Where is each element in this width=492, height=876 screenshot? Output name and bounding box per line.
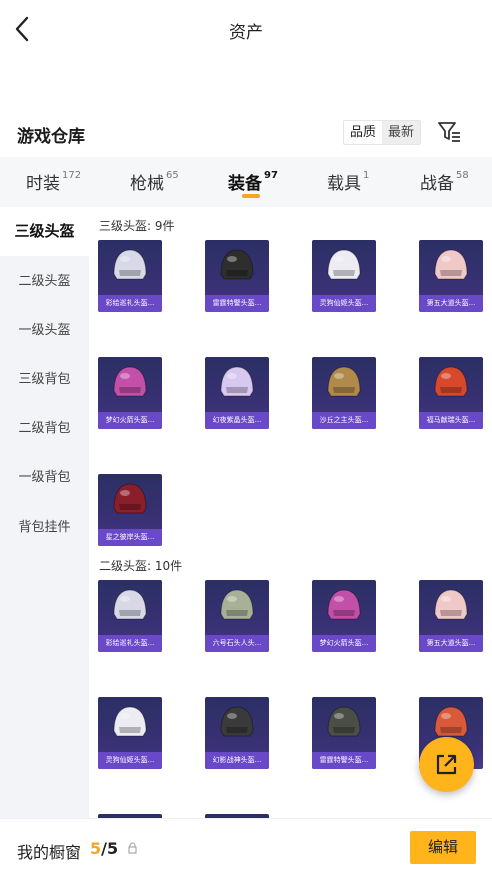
sort-toggle: 品质 最新 bbox=[343, 120, 422, 145]
tab-combat-supplies[interactable]: 战备 58 bbox=[420, 169, 469, 194]
item-card-name: 雷霆特警头盔... bbox=[205, 295, 269, 312]
helmet-image bbox=[327, 589, 361, 620]
top-bar: 资产 bbox=[0, 0, 492, 60]
item-card-name: 彩绘巡礼头盔... bbox=[98, 635, 162, 652]
active-tab-indicator bbox=[242, 194, 260, 198]
tab-weapons[interactable]: 枪械 65 bbox=[130, 169, 179, 194]
item-card[interactable]: 沙丘之主头盔... bbox=[312, 357, 376, 429]
tab-count: 1 bbox=[363, 170, 370, 182]
item-card-name: 梦幻火箭头盔... bbox=[312, 635, 376, 652]
tab-fashion[interactable]: 时装 172 bbox=[26, 169, 81, 194]
item-card[interactable]: 梦幻火箭头盔... bbox=[98, 357, 162, 429]
helmet-image bbox=[220, 589, 254, 620]
item-card[interactable]: 第五大道头盔... bbox=[419, 240, 483, 312]
helmet-image bbox=[220, 366, 254, 397]
tab-equipment[interactable]: 装备 97 bbox=[228, 169, 278, 194]
item-card-name: 彩绘巡礼头盔... bbox=[98, 295, 162, 312]
tab-count: 58 bbox=[456, 170, 469, 182]
tab-label: 枪械 bbox=[130, 174, 164, 194]
tab-label: 战备 bbox=[420, 174, 454, 194]
helmet-image bbox=[434, 589, 468, 620]
sidebar-item-level1-backpack[interactable]: 一级背包 bbox=[0, 453, 89, 502]
showcase-label: 我的橱窗 bbox=[17, 843, 82, 862]
helmet-image bbox=[434, 249, 468, 280]
item-card-name: 幻影战神头盔... bbox=[205, 752, 269, 769]
bottom-bar: 我的橱窗 5/5 编辑 bbox=[0, 818, 492, 876]
helmet-image bbox=[220, 249, 254, 280]
sort-option-newest[interactable]: 最新 bbox=[382, 121, 421, 144]
section-title: 三级头盔: 9件 bbox=[99, 219, 175, 233]
lock-icon bbox=[128, 842, 137, 854]
tab-count: 97 bbox=[264, 170, 278, 182]
helmet-image bbox=[327, 706, 361, 737]
item-card[interactable]: 雷霆特警头盔... bbox=[312, 697, 376, 769]
item-card[interactable]: 幻夜紫晶头盔... bbox=[205, 357, 269, 429]
helmet-image bbox=[327, 366, 361, 397]
helmet-image bbox=[434, 366, 468, 397]
item-card-name: 梦幻火箭头盔... bbox=[98, 412, 162, 429]
item-card-name: 第五大道头盔... bbox=[419, 635, 483, 652]
tab-vehicles[interactable]: 载具 1 bbox=[327, 169, 369, 194]
item-card[interactable]: 彩绘巡礼头盔... bbox=[98, 580, 162, 652]
helmet-image bbox=[113, 249, 147, 280]
tab-label: 时装 bbox=[26, 174, 60, 194]
sidebar-item-level2-helmet[interactable]: 二级头盔 bbox=[0, 257, 89, 306]
item-card[interactable]: 第五大道头盔... bbox=[419, 580, 483, 652]
helmet-image bbox=[113, 366, 147, 397]
item-card[interactable]: 灵狗仙姬头盔... bbox=[312, 240, 376, 312]
item-card[interactable]: 雷霆特警头盔... bbox=[205, 240, 269, 312]
item-card-name: 福马献瑞头盔... bbox=[419, 412, 483, 429]
item-card[interactable]: 幻影战神头盔... bbox=[205, 697, 269, 769]
helmet-image bbox=[327, 249, 361, 280]
item-card-name: 幻夜紫晶头盔... bbox=[205, 412, 269, 429]
item-card-name: 星之彼岸头盔... bbox=[98, 529, 162, 546]
sidebar-item-level3-helmet[interactable]: 三级头盔 bbox=[0, 207, 89, 256]
sidebar-item-level1-helmet[interactable]: 一级头盔 bbox=[0, 306, 89, 355]
helmet-image bbox=[113, 706, 147, 737]
item-card-name: 雷霆特警头盔... bbox=[312, 752, 376, 769]
tab-count: 172 bbox=[62, 170, 82, 182]
sidebar-item-backpack-pendant[interactable]: 背包挂件 bbox=[0, 503, 89, 552]
showcase-count: 5/5 bbox=[90, 839, 118, 858]
item-card-name: 第五大道头盔... bbox=[419, 295, 483, 312]
item-card[interactable]: 星之彼岸头盔... bbox=[98, 474, 162, 546]
item-card-name: 灵狗仙姬头盔... bbox=[98, 752, 162, 769]
share-icon bbox=[436, 754, 457, 775]
showcase-count-current: 5 bbox=[90, 839, 102, 858]
filter-icon bbox=[438, 122, 460, 142]
tab-label: 装备 bbox=[228, 174, 262, 194]
edit-button[interactable]: 编辑 bbox=[410, 831, 476, 864]
filter-button[interactable] bbox=[436, 120, 462, 144]
warehouse-title: 游戏仓库 bbox=[17, 127, 85, 147]
item-card[interactable]: 福马献瑞头盔... bbox=[419, 357, 483, 429]
sidebar-item-level2-backpack[interactable]: 二级背包 bbox=[0, 404, 89, 453]
helmet-image bbox=[220, 706, 254, 737]
sort-option-quality[interactable]: 品质 bbox=[344, 121, 383, 144]
item-card-name: 六号石头人头... bbox=[205, 635, 269, 652]
sidebar: 三级头盔 二级头盔 一级头盔 三级背包 二级背包 一级背包 背包挂件 bbox=[0, 207, 89, 818]
category-tabs: 时装 172 枪械 65 装备 97 载具 1 战备 58 bbox=[0, 157, 492, 207]
section-title: 二级头盔: 10件 bbox=[99, 559, 183, 573]
item-card[interactable]: 六号石头人头... bbox=[205, 580, 269, 652]
share-button[interactable] bbox=[419, 737, 474, 792]
item-card[interactable]: 梦幻火箭头盔... bbox=[312, 580, 376, 652]
helmet-image bbox=[113, 483, 147, 514]
tab-count: 65 bbox=[166, 170, 179, 182]
item-card[interactable]: 灵狗仙姬头盔... bbox=[98, 697, 162, 769]
page-title: 资产 bbox=[229, 23, 263, 43]
tab-label: 载具 bbox=[327, 174, 361, 194]
item-card[interactable]: 彩绘巡礼头盔... bbox=[98, 240, 162, 312]
showcase-count-total: 5 bbox=[106, 839, 119, 858]
helmet-image bbox=[113, 589, 147, 620]
item-card-name: 灵狗仙姬头盔... bbox=[312, 295, 376, 312]
item-card-name: 沙丘之主头盔... bbox=[312, 412, 376, 429]
sidebar-item-level3-backpack[interactable]: 三级背包 bbox=[0, 355, 89, 404]
item-grid: 三级头盔: 9件 彩绘巡礼头盔... 雷霆特警头盔... 灵狗仙姬头盔... 第… bbox=[89, 207, 492, 818]
